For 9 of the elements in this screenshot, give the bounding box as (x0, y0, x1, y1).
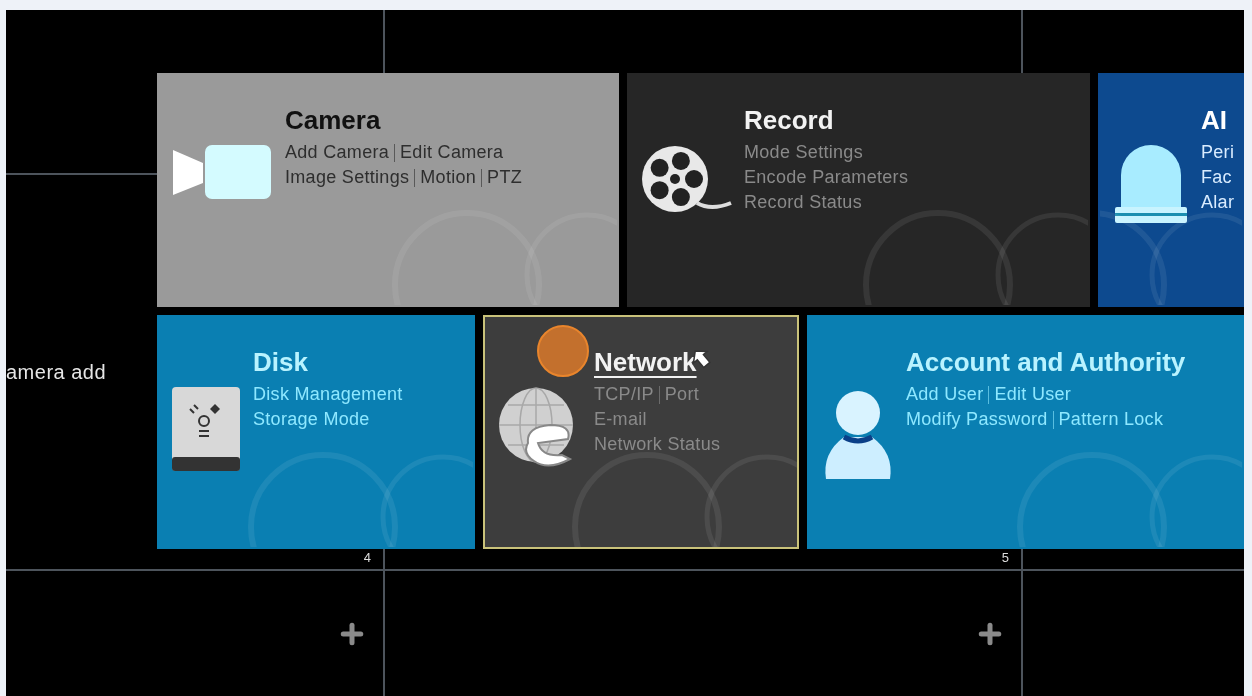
channel-number: 4 (363, 550, 371, 565)
channel-number: 5 (1001, 550, 1009, 565)
tile-title: Disk (253, 347, 308, 378)
tile-title: AI (1201, 105, 1227, 136)
tile-title: Record (744, 105, 834, 136)
tile-title: Network (594, 347, 697, 378)
tile-title: Account and Authority (906, 347, 1186, 378)
channel-label: amera add (6, 360, 107, 384)
tile-title: Camera (285, 105, 381, 136)
